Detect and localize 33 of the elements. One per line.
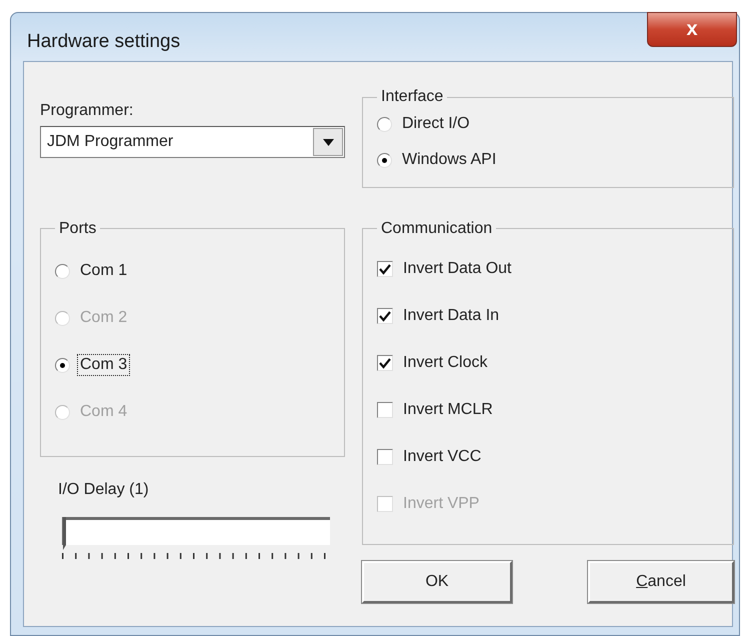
radio-label[interactable]: Windows API xyxy=(399,149,500,171)
group-title: Interface xyxy=(380,88,444,106)
radio-button[interactable] xyxy=(55,264,70,279)
dropdown-value: JDM Programmer xyxy=(47,133,174,151)
programmer-dropdown[interactable]: JDM Programmer xyxy=(40,126,345,158)
radio-button[interactable] xyxy=(377,116,392,132)
radio-label[interactable]: Com 3 xyxy=(77,354,130,376)
checkbox-label[interactable]: Invert VCC xyxy=(400,446,484,468)
ok-button[interactable]: OK xyxy=(362,560,512,603)
checkbox-label[interactable]: Invert Data Out xyxy=(400,258,514,280)
caret-icon xyxy=(322,138,334,146)
close-button[interactable]: x xyxy=(647,12,737,47)
io-delay-slider[interactable] xyxy=(62,516,330,551)
checkbox[interactable] xyxy=(377,308,393,324)
radio-label[interactable]: Direct I/O xyxy=(399,113,473,135)
programmer-label: Programmer: xyxy=(40,102,134,120)
group-title: Ports xyxy=(58,220,98,238)
cancel-button[interactable]: Cancel xyxy=(588,560,734,603)
checkbox[interactable] xyxy=(377,355,393,372)
checkbox[interactable] xyxy=(377,449,393,466)
window-title: Hardware settings xyxy=(27,31,180,53)
dropdown-arrow-button[interactable] xyxy=(313,128,343,156)
checkbox[interactable] xyxy=(377,402,393,418)
checkbox-label[interactable]: Invert MCLR xyxy=(400,399,496,422)
radio-label[interactable]: Com 1 xyxy=(77,260,130,282)
radio-button[interactable] xyxy=(55,358,70,373)
group-title: Communication xyxy=(380,220,494,238)
checkbox[interactable] xyxy=(377,261,393,278)
slider-thumb[interactable] xyxy=(62,516,68,551)
io-delay-label: I/O Delay (1) xyxy=(58,480,150,499)
checkbox-label[interactable]: Invert Clock xyxy=(400,352,490,374)
radio-button[interactable] xyxy=(377,152,392,168)
checkbox-label[interactable]: Invert Data In xyxy=(400,305,502,328)
